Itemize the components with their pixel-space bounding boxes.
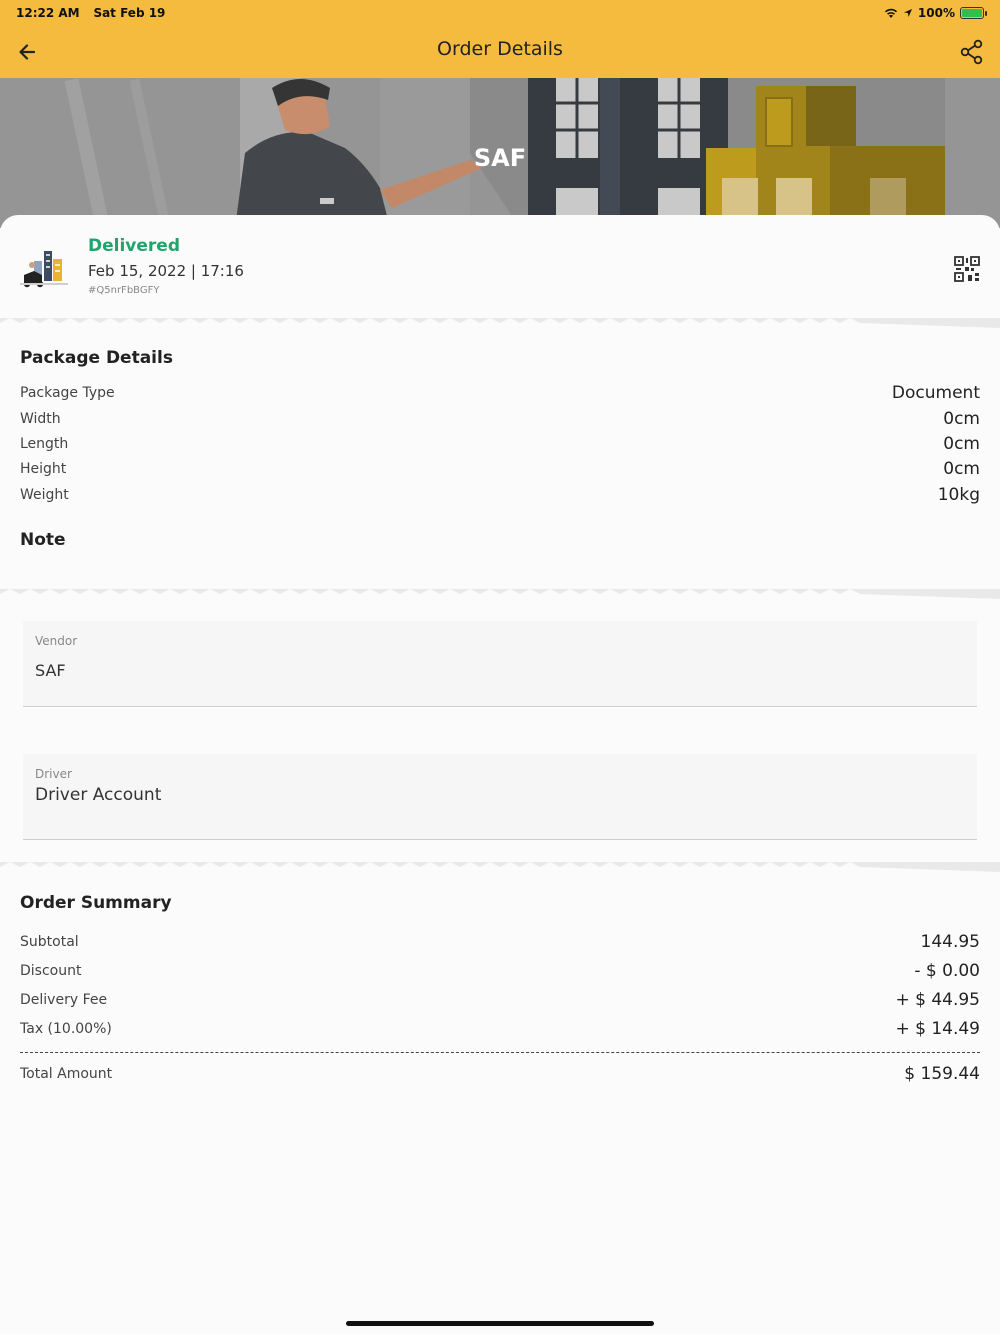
vendor-field[interactable]: Vendor SAF — [23, 621, 977, 707]
length-row: Length 0cm — [20, 432, 980, 456]
package-details-title: Package Details — [20, 348, 173, 368]
row-value: Document — [891, 383, 980, 403]
row-label: Width — [20, 411, 61, 427]
driver-value: Driver Account — [35, 785, 162, 805]
height-row: Height 0cm — [20, 457, 980, 481]
total-label: Total Amount — [20, 1066, 113, 1082]
row-label: Discount — [20, 963, 82, 979]
total-row: Total Amount $ 159.44 — [20, 1062, 980, 1086]
weight-row: Weight 10kg — [20, 483, 980, 507]
row-value: 0cm — [943, 459, 980, 479]
row-label: Subtotal — [20, 934, 79, 950]
row-value: 0cm — [943, 434, 980, 454]
delivery-illustration-icon — [20, 251, 68, 288]
banner-title: SAF — [473, 144, 527, 172]
row-value: + $ 14.49 — [895, 1019, 980, 1039]
order-id: #Q5nrFbBGFY — [88, 285, 160, 296]
status-bar: 12:22 AM Sat Feb 19 100% — [16, 4, 987, 22]
row-value: + $ 44.95 — [895, 990, 980, 1010]
row-label: Delivery Fee — [20, 992, 108, 1008]
driver-label: Driver — [35, 767, 72, 781]
qr-code-icon[interactable] — [954, 256, 980, 282]
app-bar: 12:22 AM Sat Feb 19 100% Order Details — [0, 0, 1000, 78]
order-summary-title: Order Summary — [20, 893, 172, 913]
order-datetime: Feb 15, 2022 | 17:16 — [88, 262, 244, 280]
row-label: Height — [20, 461, 67, 477]
row-label: Weight — [20, 487, 69, 503]
section-divider — [0, 862, 1000, 872]
total-value: $ 159.44 — [904, 1064, 980, 1084]
row-value: 0cm — [943, 409, 980, 429]
vendor-banner: SAF — [0, 78, 1000, 228]
wifi-icon — [884, 8, 897, 18]
order-status: Delivered — [88, 236, 180, 256]
page-title: Order Details — [437, 38, 563, 60]
location-arrow-icon — [903, 9, 912, 17]
row-label: Tax (10.00%) — [20, 1021, 112, 1037]
package-type-row: Package Type Document — [20, 381, 980, 405]
section-divider — [0, 589, 1000, 599]
row-value: 144.95 — [920, 932, 980, 952]
summary-separator — [20, 1052, 980, 1053]
delivery-fee-row: Delivery Fee + $ 44.95 — [20, 988, 980, 1012]
note-title: Note — [20, 530, 66, 550]
battery-icon — [960, 7, 987, 19]
row-value: 10kg — [937, 485, 980, 505]
subtotal-row: Subtotal 144.95 — [20, 930, 980, 954]
vendor-value: SAF — [35, 661, 66, 680]
share-icon[interactable] — [958, 38, 986, 66]
status-date: Sat Feb 19 — [93, 6, 166, 20]
discount-row: Discount - $ 0.00 — [20, 959, 980, 983]
row-label: Length — [20, 436, 69, 452]
home-indicator — [346, 1321, 654, 1326]
tax-row: Tax (10.00%) + $ 14.49 — [20, 1017, 980, 1041]
row-label: Package Type — [20, 385, 115, 401]
row-value: - $ 0.00 — [914, 961, 980, 981]
section-divider — [0, 318, 1000, 328]
driver-field[interactable]: Driver Driver Account — [23, 754, 977, 840]
status-time: 12:22 AM — [16, 6, 80, 20]
battery-percent: 100% — [917, 6, 955, 20]
vendor-label: Vendor — [35, 634, 78, 648]
width-row: Width 0cm — [20, 407, 980, 431]
